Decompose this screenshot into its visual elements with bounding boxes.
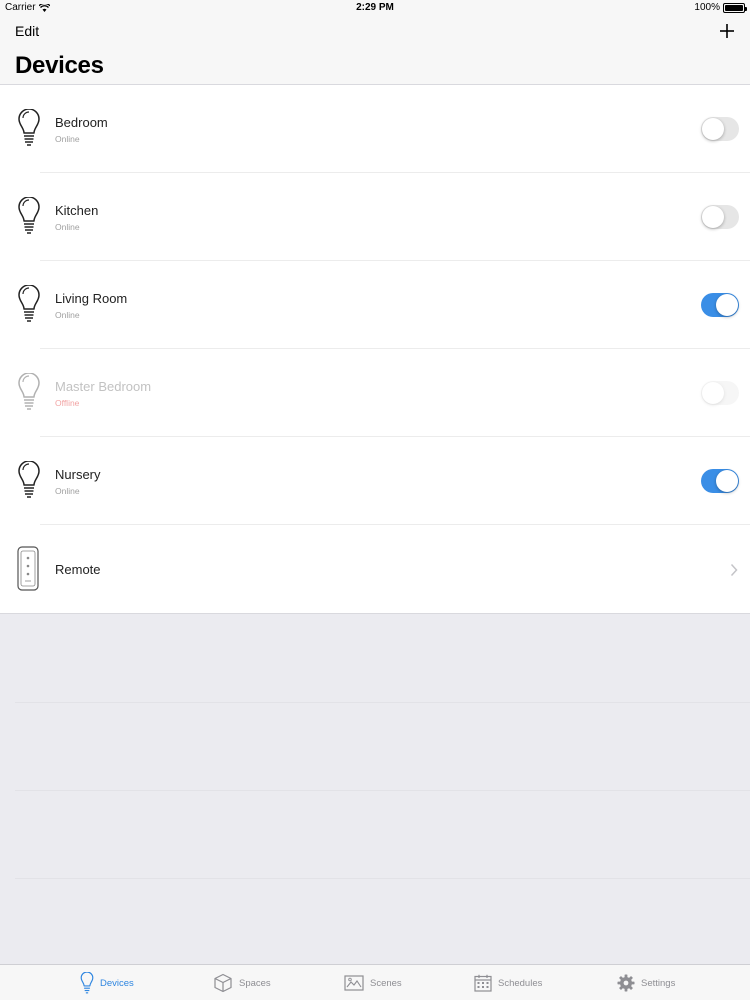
device-name: Living Room <box>55 291 128 306</box>
tab-label: Schedules <box>498 977 543 989</box>
device-row-kitchen[interactable]: Kitchen Online <box>0 173 750 261</box>
tab-label: Settings <box>641 977 676 989</box>
device-status: Online <box>55 222 80 232</box>
picture-icon <box>344 975 364 991</box>
edit-button[interactable]: Edit <box>15 23 39 39</box>
battery-percent: 100% <box>694 2 720 13</box>
device-status: Online <box>55 486 80 496</box>
tab-settings[interactable]: Settings <box>617 965 675 1000</box>
power-toggle <box>701 381 739 405</box>
lightbulb-icon <box>18 461 40 498</box>
device-name: Nursery <box>55 467 101 482</box>
device-name: Bedroom <box>55 115 108 130</box>
device-row-remote[interactable]: Remote <box>0 525 750 614</box>
tab-label: Devices <box>100 977 134 989</box>
device-status: Online <box>55 134 80 144</box>
lightbulb-icon <box>18 197 40 234</box>
device-row-bedroom[interactable]: Bedroom Online <box>0 85 750 173</box>
device-status: Online <box>55 310 80 320</box>
tab-devices[interactable]: Devices <box>80 965 134 1000</box>
navigation-bar: Edit Devices <box>0 16 750 85</box>
calendar-icon <box>474 974 492 992</box>
tab-scenes[interactable]: Scenes <box>344 965 402 1000</box>
page-title: Devices <box>15 52 104 79</box>
clock: 2:29 PM <box>356 2 394 13</box>
tab-label: Scenes <box>370 977 402 989</box>
power-toggle[interactable] <box>701 469 739 493</box>
remote-icon <box>17 546 39 591</box>
power-toggle[interactable] <box>701 293 739 317</box>
gear-icon <box>617 974 635 992</box>
device-row-master-bedroom[interactable]: Master Bedroom Offline <box>0 349 750 437</box>
lightbulb-icon <box>18 109 40 146</box>
plus-icon[interactable] <box>716 20 738 42</box>
tab-schedules[interactable]: Schedules <box>474 965 542 1000</box>
tab-spaces[interactable]: Spaces <box>213 965 271 1000</box>
power-toggle[interactable] <box>701 205 739 229</box>
power-toggle[interactable] <box>701 117 739 141</box>
cube-icon <box>214 973 232 993</box>
tab-label: Spaces <box>239 977 271 989</box>
lightbulb-icon <box>80 972 94 994</box>
lightbulb-icon <box>18 373 40 410</box>
chevron-right-icon[interactable] <box>730 563 738 577</box>
battery-icon <box>723 2 747 13</box>
status-bar: Carrier 2:29 PM 100% <box>0 0 750 16</box>
device-name: Remote <box>55 562 101 577</box>
device-name: Kitchen <box>55 203 99 218</box>
device-row-nursery[interactable]: Nursery Online <box>0 437 750 525</box>
lightbulb-icon <box>18 285 40 322</box>
device-status: Offline <box>55 398 80 408</box>
battery-indicator: 100% <box>694 2 747 13</box>
device-name: Master Bedroom <box>55 379 152 394</box>
device-list: Bedroom Online Kitchen Online Living Roo… <box>0 85 750 614</box>
tab-bar: Devices Spaces Scenes Schedules Settings <box>0 964 750 1000</box>
device-row-living-room[interactable]: Living Room Online <box>0 261 750 349</box>
